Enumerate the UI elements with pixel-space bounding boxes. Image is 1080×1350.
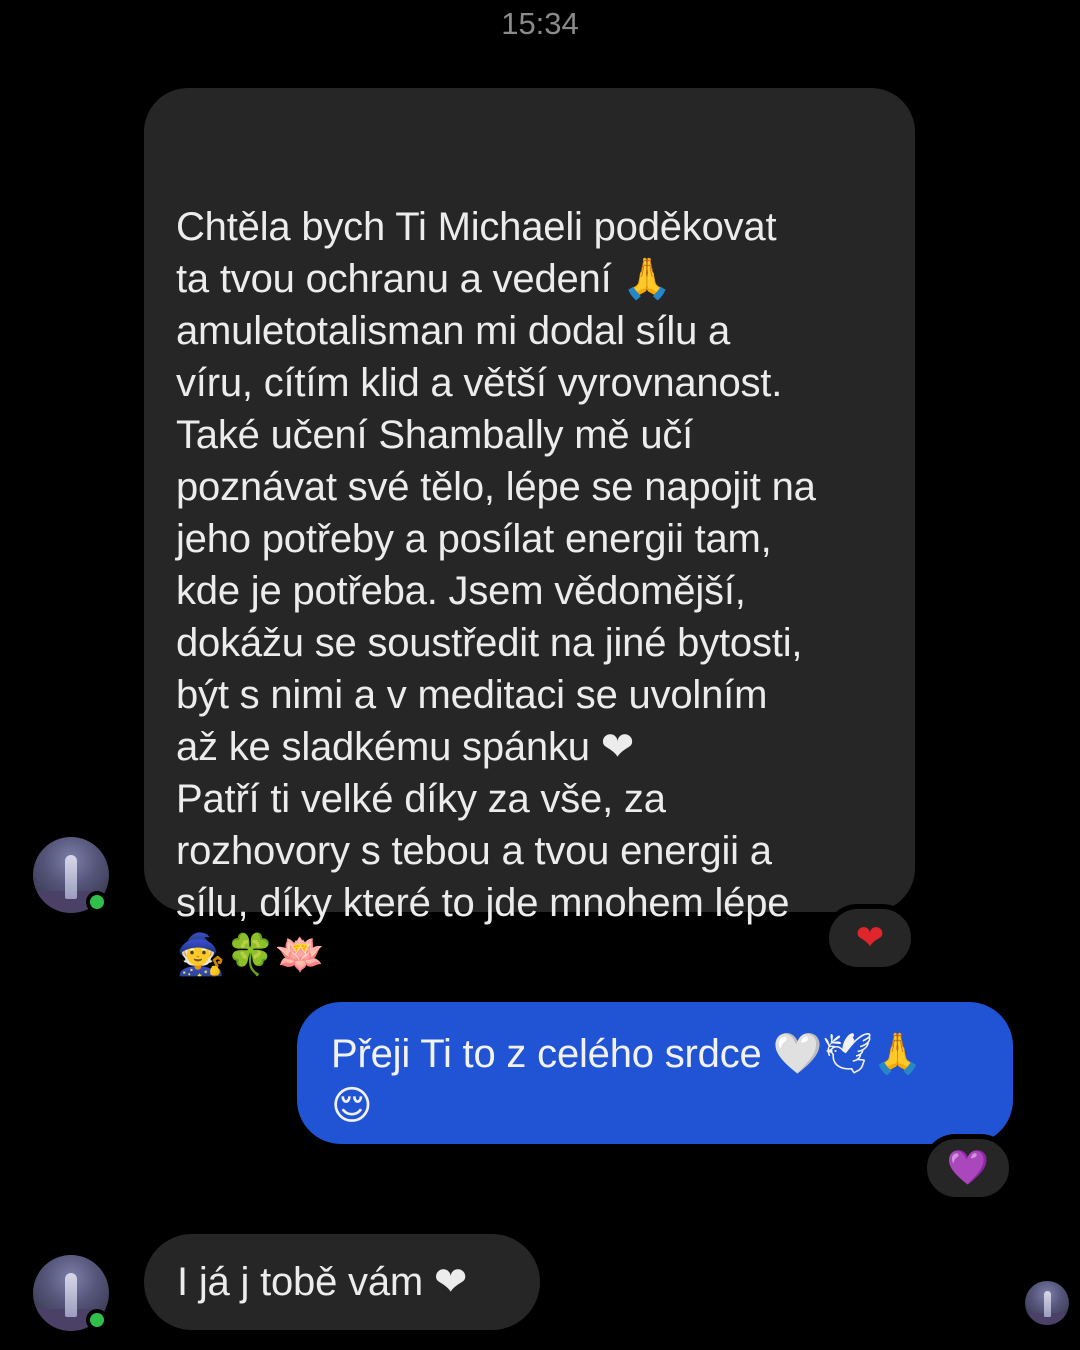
message-line: jeho potřeby a posílat energii tam, — [176, 517, 772, 561]
message-line: poznávat své tělo, lépe se napojit na — [176, 465, 816, 509]
message-timestamp: 15:34 — [501, 6, 579, 41]
avatar-figure — [65, 1273, 77, 1317]
read-receipt-avatar-icon — [1025, 1281, 1069, 1325]
message-line: víru, cítím klid a větší vyrovnanost. — [176, 361, 783, 405]
online-status-icon — [86, 1309, 108, 1331]
message-line: rozhovory s tebou a tvou energii a — [176, 829, 772, 873]
message-line: 🧙🍀🪷 — [176, 933, 325, 977]
message-line: 😌 — [331, 1084, 373, 1128]
message-line: Patří ti velké díky za vše, za — [176, 777, 666, 821]
online-status-icon — [86, 891, 108, 913]
message-text: Přeji Ti to z celého srdce 🤍🕊🙏 😌 — [331, 1028, 991, 1132]
heart-reaction-badge[interactable]: ❤ — [824, 904, 916, 972]
message-line: sílu, díky které to jde mnohem lépe — [176, 881, 790, 925]
message-line: ta tvou ochranu a vedení 🙏 — [176, 257, 673, 301]
message-text: I já j tobě vám ❤ — [177, 1260, 468, 1304]
message-line: až ke sladkému spánku ❤ — [176, 725, 635, 769]
purple-heart-reaction-badge[interactable]: 💜 — [922, 1134, 1014, 1202]
incoming-message-bubble[interactable]: Chtěla bych Ti Michaeli poděkovat ta tvo… — [144, 88, 915, 977]
message-text: Chtěla bych Ti Michaeli poděkovat ta tvo… — [176, 201, 891, 981]
message-line: amuletotalisman mi dodal sílu a — [176, 309, 731, 353]
message-line: být s nimi a v meditaci se uvolním — [176, 673, 768, 717]
message-line: Také učení Shambally mě učí — [176, 413, 694, 457]
outgoing-message-bubble[interactable]: Přeji Ti to z celého srdce 🤍🕊🙏 😌 — [297, 1002, 1013, 1144]
avatar-figure — [1044, 1291, 1051, 1317]
message-line: Přeji Ti to z celého srdce 🤍🕊🙏 — [331, 1032, 923, 1076]
incoming-message-bubble[interactable]: I já j tobě vám ❤ — [144, 1234, 540, 1330]
message-line: Chtěla bych Ti Michaeli poděkovat — [176, 205, 777, 249]
message-line: kde je potřeba. Jsem vědomější, — [176, 569, 746, 613]
message-line: dokážu se soustředit na jiné bytosti, — [176, 621, 803, 665]
avatar-figure — [65, 855, 77, 899]
